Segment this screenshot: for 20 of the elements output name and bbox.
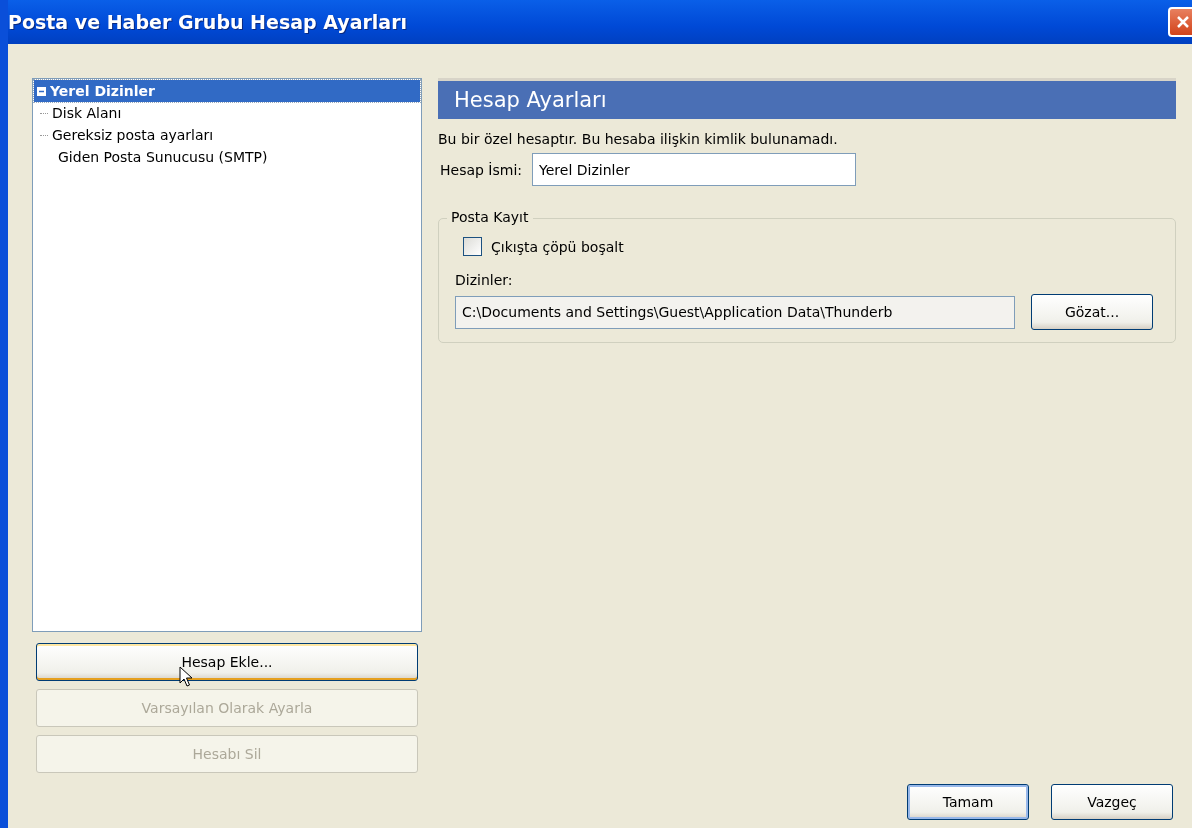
account-name-label: Hesap İsmi: <box>440 161 523 178</box>
close-button[interactable] <box>1168 7 1192 37</box>
browse-button[interactable]: Gözat... <box>1031 294 1153 330</box>
notice-text: Bu bir özel hesaptır. Bu hesaba ilişkin kimlik bulunamadı. <box>438 131 839 147</box>
window-title: Posta ve Haber Grubu Hesap Ayarları <box>8 11 408 33</box>
dialog-button[interactable]: Vazgeç <box>1051 784 1173 820</box>
group-title: Posta Kayıt <box>447 209 533 225</box>
close-icon <box>1175 14 1191 30</box>
tree-item[interactable]: Giden Posta Sunucusu (SMTP) <box>34 146 420 168</box>
dialog-button[interactable]: Tamam <box>907 784 1029 820</box>
checkbox[interactable] <box>463 237 482 256</box>
account-name-field[interactable]: Yerel Dizinler <box>532 153 857 186</box>
tree-item[interactable]: Yerel Dizinler <box>34 80 420 102</box>
folder-label: Dizinler: <box>455 272 514 288</box>
collapse-icon[interactable] <box>37 86 46 96</box>
tree-item[interactable]: Disk Alanı <box>48 102 122 124</box>
tree-item[interactable]: Gereksiz posta ayarları <box>48 124 214 146</box>
checkbox-label: Çıkışta çöpü boşalt <box>491 238 624 255</box>
panel-header: Hesap Ayarları <box>438 78 1176 119</box>
folder-path-field[interactable]: C:\Documents and Settings\Guest\Application Data\Thunderb <box>455 295 1015 329</box>
